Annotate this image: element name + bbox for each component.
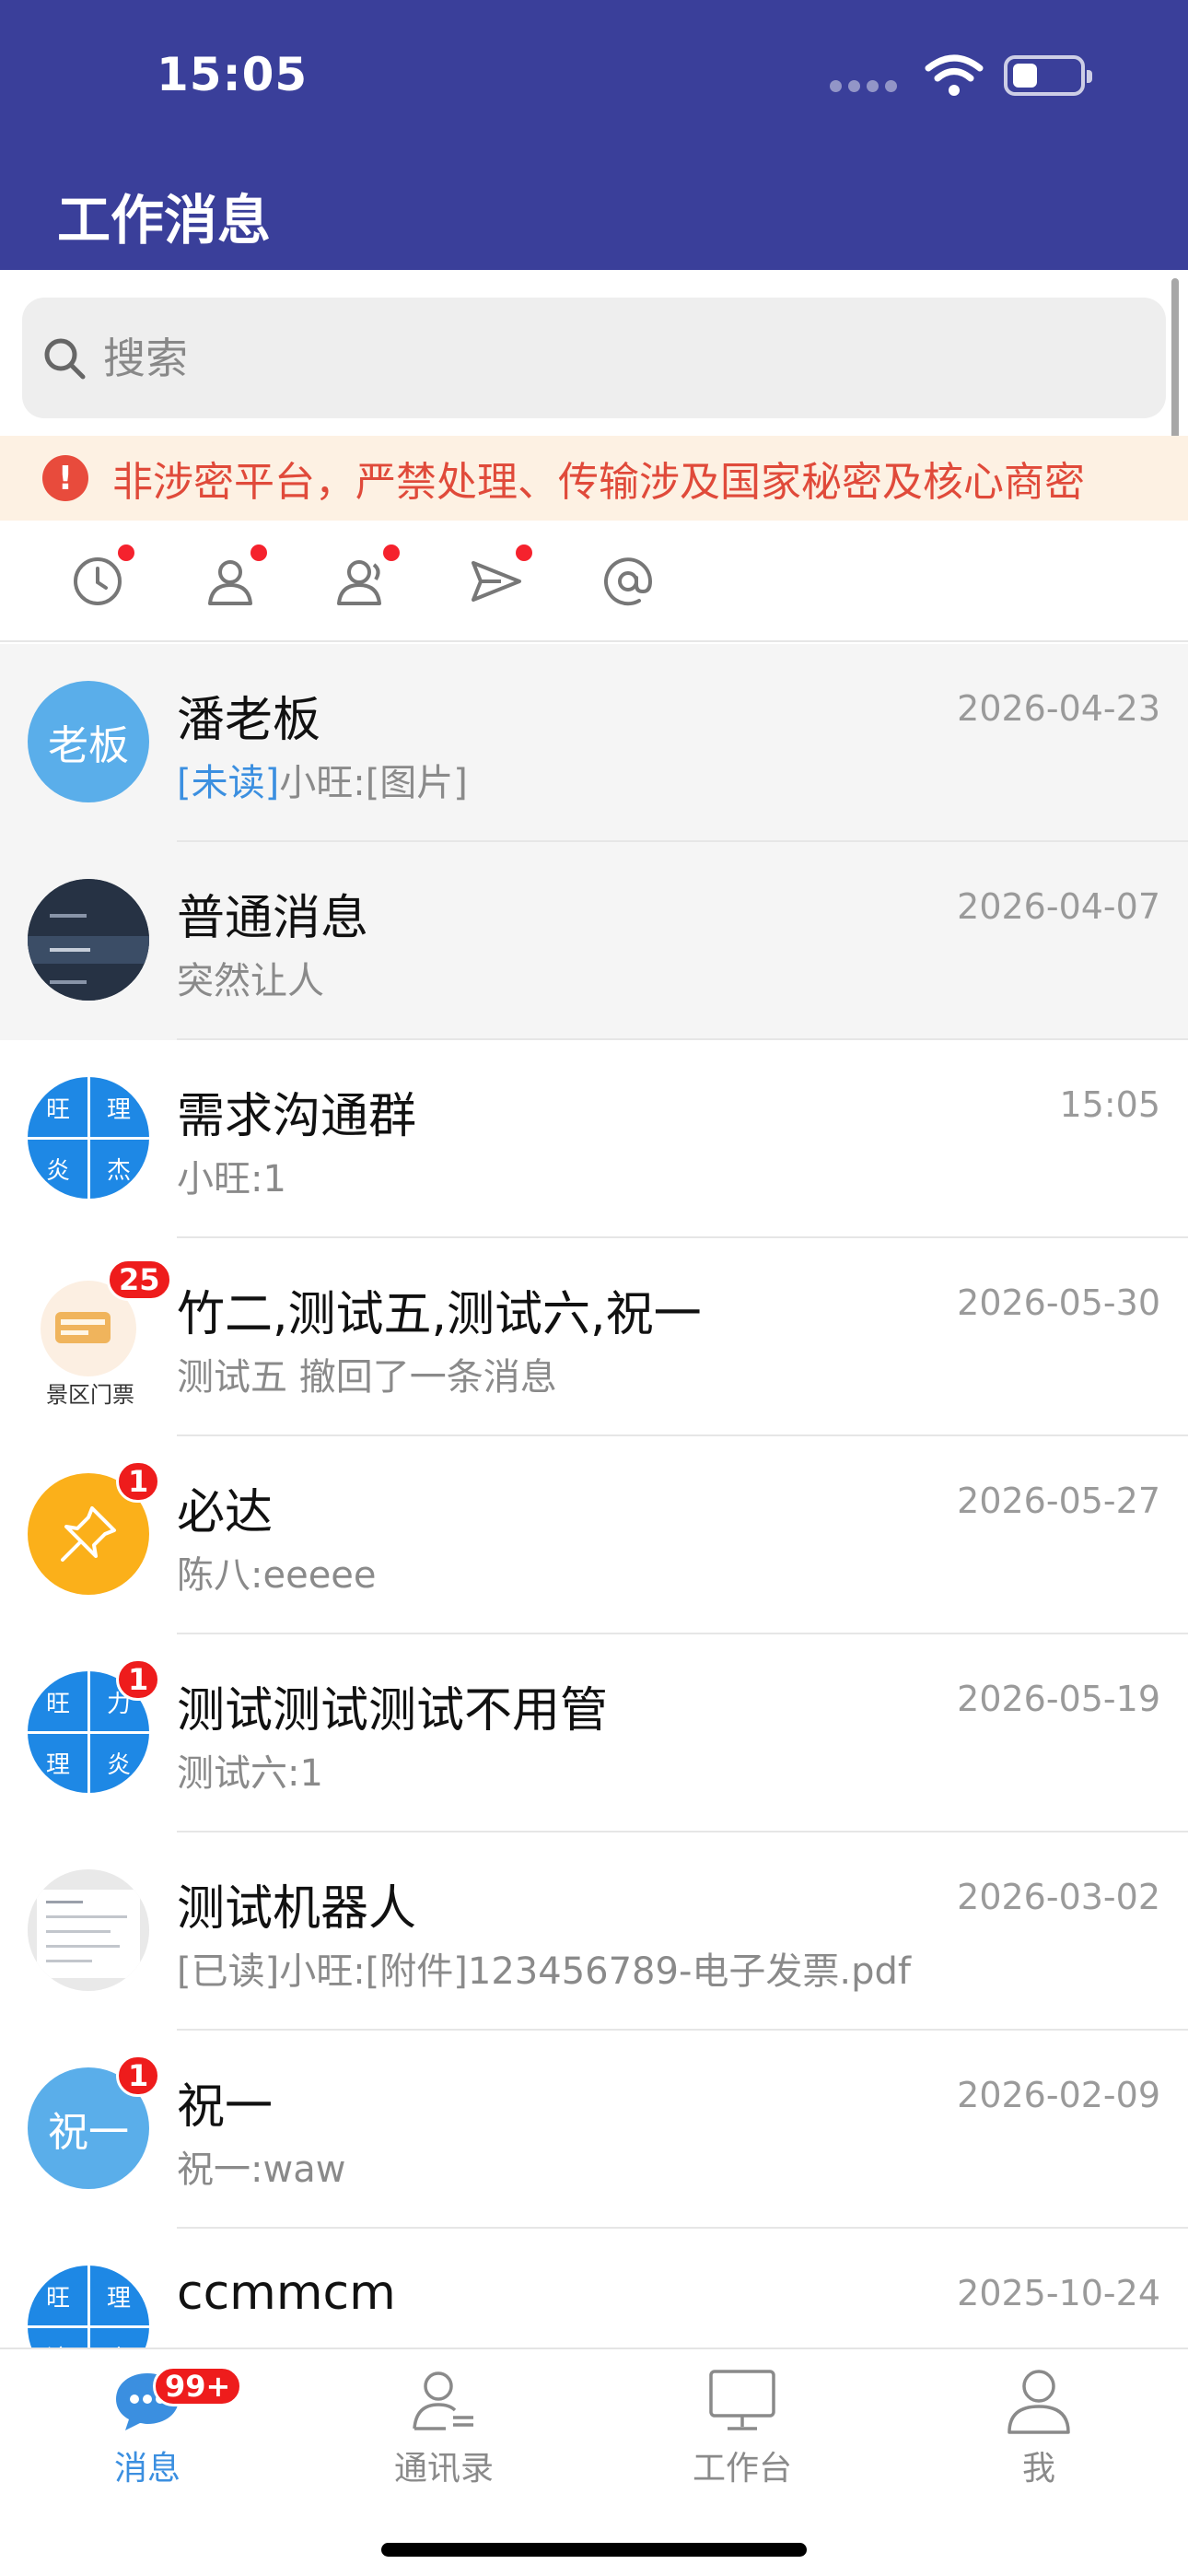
avatar [28,1869,149,1991]
page-title: 工作消息 [57,189,272,252]
tab-label: 我 [1021,2450,1055,2488]
search-input[interactable] [103,333,1116,383]
conversation-title: 测试测试测试不用管 [177,1683,609,1739]
conversation-title: 必达 [177,1485,274,1540]
contacts-book-icon [413,2371,473,2430]
signal-icon [830,79,897,92]
list-item[interactable]: 1 必达 陈八:eeeee 2026-05-27 [0,1436,1188,1634]
unread-dot [250,544,267,561]
conversation-preview: [未读]小旺:[图片] [177,762,468,804]
list-item[interactable]: 测试机器人 [已读]小旺:[附件]123456789-电子发票.pdf 2026… [0,1832,1188,2031]
list-item[interactable]: 旺理 炎杰 需求沟通群 小旺:1 15:05 [0,1040,1188,1238]
app-screenshot-image [28,879,149,1001]
tab-label: 通讯录 [393,2450,494,2488]
contacts-icon [337,560,381,605]
bottom-tab-bar: 消息 99+ 通讯录 工作台 我 [0,2348,1188,2576]
conversation-time: 15:05 [1059,1084,1160,1125]
avatar: 老板 [28,681,149,802]
list-item[interactable]: 普通消息 突然让人 2026-04-07 [0,842,1188,1040]
conversation-preview: 突然让人 [177,960,324,1002]
conversation-time: 2026-02-09 [957,2075,1160,2115]
conversation-preview: 祝一:waw [177,2149,346,2191]
unread-dot [383,544,400,561]
status-icons [830,53,1092,98]
unread-count-badge: 1 [116,1658,161,1701]
conversation-time: 2026-05-19 [957,1679,1160,1719]
document-image [28,1869,149,1991]
unread-dot [516,544,532,561]
quick-filter-bar [0,521,1188,642]
pin-icon [61,1506,116,1562]
conversation-title: 祝一 [177,2079,274,2135]
tab-workbench[interactable]: 工作台 [659,2366,825,2495]
user-icon [1007,2370,1070,2434]
tab-contacts[interactable]: 通讯录 [361,2366,527,2495]
unread-count-badge: 25 [107,1259,172,1301]
conversation-preview: 测试六:1 [177,1752,323,1795]
conversation-time: 2026-04-23 [957,688,1160,729]
list-item[interactable]: 景区门票 25 竹二,测试五,测试六,祝一 测试五 撤回了一条消息 2026-0… [0,1238,1188,1436]
list-item[interactable]: 老板 潘老板 [未读]小旺:[图片] 2026-04-23 [0,644,1188,842]
conversation-time: 2026-03-02 [957,1877,1160,1917]
tab-label: 工作台 [692,2450,792,2488]
clock-icon [74,557,122,605]
group-chat-filter-button[interactable] [332,544,400,613]
wifi-icon [925,54,984,96]
tab-label: 消息 [113,2450,181,2488]
sent-filter-button[interactable] [464,544,532,613]
conversation-time: 2026-04-07 [957,886,1160,927]
home-indicator [381,2543,807,2557]
mention-filter-button[interactable] [597,550,659,613]
search-section [0,270,1188,436]
status-time: 15:05 [157,48,309,101]
tab-messages[interactable]: 消息 99+ [64,2366,243,2495]
unread-tag: [未读] [177,762,280,804]
scrollbar[interactable] [1171,278,1179,453]
conversation-title: 需求沟通群 [177,1089,417,1144]
send-icon [472,561,521,602]
search-bar[interactable] [22,298,1166,418]
app-header: 15:05 工作消息 [0,0,1188,270]
conversation-title: 潘老板 [177,693,321,748]
conversation-title: 测试机器人 [177,1881,417,1937]
single-chat-filter-button[interactable] [199,544,267,613]
tab-me[interactable]: 我 [956,2366,1122,2495]
conversation-preview: 测试五 撤回了一条消息 [177,1356,557,1399]
conversation-time: 2026-05-30 [957,1282,1160,1323]
conversation-title: 竹二,测试五,测试六,祝一 [177,1287,702,1342]
conversation-time: 2025-10-24 [957,2273,1160,2313]
search-icon [44,338,86,379]
warning-icon: ! [42,455,88,501]
battery-icon [1004,55,1092,96]
conversation-preview: 小旺:1 [177,1158,286,1200]
list-item[interactable]: 祝一 1 祝一 祝一:waw 2026-02-09 [0,2031,1188,2229]
person-icon [208,560,252,605]
conversation-title: 普通消息 [177,891,369,946]
unread-count-badge: 1 [116,2055,161,2097]
conversation-list: 老板 潘老板 [未读]小旺:[图片] 2026-04-23 普通消息 突然让人 … [0,644,1188,2427]
list-item[interactable]: 旺力 理炎 1 测试测试测试不用管 测试六:1 2026-05-19 [0,1634,1188,1832]
avatar-caption: 景区门票 [46,1382,134,1408]
group-avatar: 旺理 炎杰 [28,1077,149,1199]
unread-count-badge: 99+ [153,2366,243,2406]
unread-dot [118,544,134,561]
unread-count-badge: 1 [116,1460,161,1503]
conversation-preview: [已读]小旺:[附件]123456789-电子发票.pdf [177,1950,911,1993]
recent-filter-button[interactable] [66,544,134,613]
conversation-preview: 陈八:eeeee [177,1554,377,1597]
at-icon [604,557,653,606]
conversation-time: 2026-05-27 [957,1481,1160,1521]
conversation-title: ccmmcm [177,2266,396,2321]
notice-text: 非涉密平台，严禁处理、传输涉及国家秘密及核心商密 [112,459,1085,506]
monitor-icon [709,2370,775,2430]
security-notice: ! 非涉密平台，严禁处理、传输涉及国家秘密及核心商密 [0,436,1188,521]
avatar [28,879,149,1001]
